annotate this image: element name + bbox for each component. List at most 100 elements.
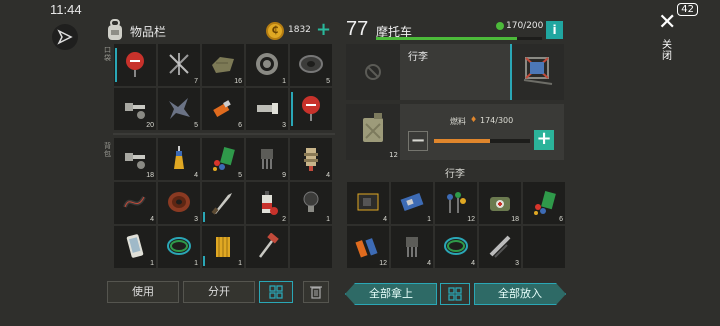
add-coins-button[interactable]: + [316,21,331,39]
sort-grid-button[interactable] [259,281,293,303]
grid-icon [269,285,283,299]
backpack-slot[interactable]: 4 [158,138,200,180]
backpack-slot[interactable]: 9 [246,138,288,180]
item-count: 4 [427,260,431,267]
luggage-slot[interactable]: 12 [435,182,477,224]
item-count: 4 [471,260,475,267]
item-count: 4 [194,172,198,179]
item-count: 1 [150,260,154,267]
nails-icon [169,53,189,75]
multitool-icon [489,235,511,258]
cable-icon [123,195,146,208]
backpack-slot[interactable] [246,226,288,268]
pocket-slot[interactable]: 3 [246,88,288,130]
item-count: 12 [379,260,387,267]
pocket-slot[interactable]: 5 [158,88,200,130]
flashlight-icon [257,103,278,114]
backpack-slot[interactable]: 1 [202,226,244,268]
fuel-minus-button[interactable]: − [408,131,428,151]
item-count: 3 [515,260,519,267]
bolts-icon [125,153,145,169]
luggage-slot[interactable]: 4 [391,226,433,268]
paper-plane-icon [57,29,73,45]
item-count: 1 [282,78,286,85]
pocket-slot[interactable]: 6 [202,88,244,130]
fuel-value: 174/300 [480,116,514,125]
pocket-slot[interactable]: 5 [290,44,332,86]
item-count: 1 [326,216,330,223]
luggage-slot[interactable]: 4 [435,226,477,268]
durability-mark [203,212,205,222]
hammer-icon [259,233,279,258]
luggage-slot[interactable]: 6 [523,182,565,224]
transistor-icon [406,237,418,257]
item-count: 5 [238,172,242,179]
item-count: 18 [146,172,154,179]
pocket-slot[interactable]: 7 [158,44,200,86]
luggage-slot[interactable]: 18 [479,182,521,224]
split-button[interactable]: 分开 [183,281,255,303]
backpack-slot[interactable]: 1 [114,226,156,268]
item-count: 4 [326,172,330,179]
backpack-slot[interactable]: 18 [114,138,156,180]
backpack-slot[interactable]: 1 [290,182,332,224]
inventory-header: 物品栏 ₵ 1832 + [106,19,334,43]
use-button[interactable]: 使用 [107,281,179,303]
bolts-icon [125,103,145,119]
backpack-slot[interactable] [202,182,244,224]
inventory-title: 物品栏 [130,25,167,39]
item-count: 3 [282,122,286,129]
backpack-slot[interactable]: 4 [290,138,332,180]
stop-sign-icon [302,96,320,121]
light-bulb-icon [303,191,319,212]
trash-button[interactable] [303,281,329,303]
fuel-panel: 12 燃料 ♦ 174/300 − + [346,104,564,160]
durability-mark [203,256,205,266]
backpack-slot[interactable]: 5 [202,138,244,180]
item-count: 20 [146,122,154,129]
info-button[interactable]: i [546,21,563,39]
components-icon [447,192,466,213]
coin-icon: ₵ [266,22,284,40]
backpack-slot[interactable] [290,226,332,268]
backpack-icon [108,19,122,40]
pocket-slot[interactable] [290,88,332,130]
jerrycan-icon [363,113,383,142]
clock: 11:44 [50,2,82,17]
fuel-plus-button[interactable]: + [534,130,554,150]
scrap-metal-icon [169,98,190,119]
backpack-slot[interactable]: 2 [246,182,288,224]
put-all-button[interactable]: 全部放入 [474,283,566,305]
usb-drive-icon [213,100,231,117]
pockets-label: 口袋 [104,46,111,62]
pocket-slot[interactable]: 20 [114,88,156,130]
luggage-rack-slot[interactable] [510,44,564,100]
luggage-slot[interactable]: 3 [479,226,521,268]
luggage-slot[interactable]: 4 [347,182,389,224]
luggage-sort-button[interactable] [440,283,470,305]
chemicals-icon [213,146,235,171]
item-count: 16 [234,78,242,85]
trash-icon [310,286,322,299]
backpack-slot[interactable]: 3 [158,182,200,224]
fuel-can-slot[interactable]: 12 [346,104,400,160]
vehicle-header: 77 摩托车 170/200 i [346,18,566,42]
blue-circuit-icon [400,192,424,212]
pocket-slot[interactable]: 16 [202,44,244,86]
back-button[interactable] [52,24,78,50]
take-all-button[interactable]: 全部拿上 [345,283,437,305]
pocket-slot[interactable] [114,44,156,86]
glue-icon [174,146,184,169]
luggage-title: 行李 [445,169,465,180]
item-count: 1 [238,260,242,267]
smartphone-icon [126,234,144,258]
close-icon[interactable]: ✕ [658,12,676,34]
luggage-slot[interactable]: 1 [391,182,433,224]
backpack-slot[interactable]: 4 [114,182,156,224]
grid-icon [448,287,462,301]
backpack-slot[interactable]: 1 [158,226,200,268]
luggage-slot[interactable]: 12 [347,226,389,268]
luggage-slot[interactable] [523,226,565,268]
pocket-slot[interactable]: 1 [246,44,288,86]
empty-part-slot[interactable] [346,44,400,100]
